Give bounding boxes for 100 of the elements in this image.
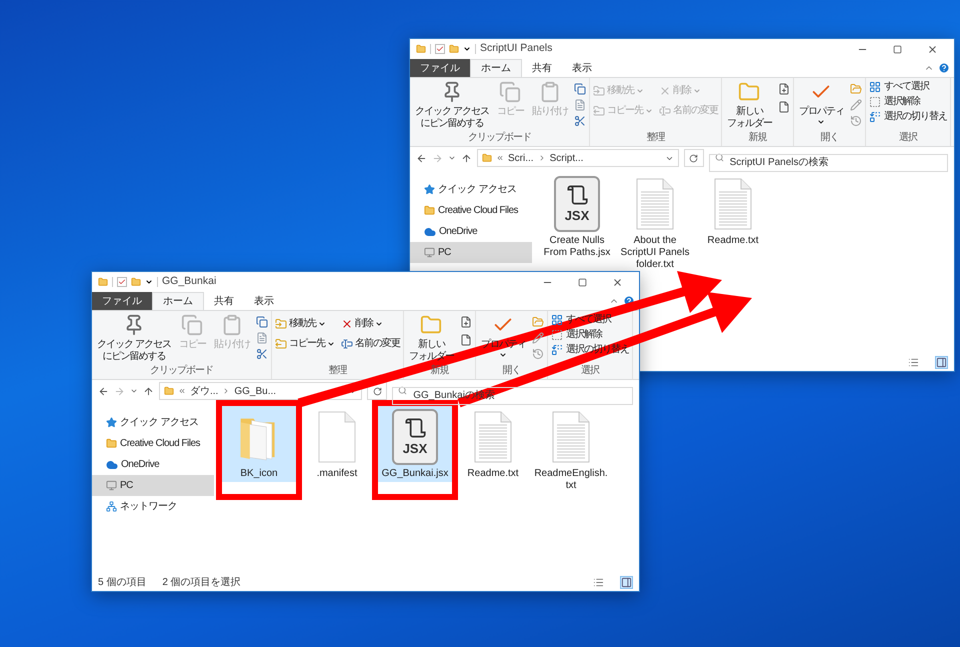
status-text: 5 個の項目: [98, 576, 146, 590]
checkbox-icon[interactable]: [435, 44, 445, 54]
details-view-icon[interactable]: [593, 576, 604, 588]
large-icons-view-icon[interactable]: [935, 356, 948, 368]
ribbon-tab[interactable]: ホーム: [152, 292, 204, 310]
sidebar-item[interactable]: OneDrive: [410, 221, 532, 242]
sidebar-item[interactable]: クイック アクセス: [410, 179, 532, 200]
refresh-icon[interactable]: [372, 386, 382, 396]
up-icon[interactable]: [461, 152, 472, 164]
sidebar-item[interactable]: PC: [92, 475, 214, 496]
folder-copy-icon: [592, 105, 605, 117]
group-label: 整理: [645, 132, 666, 144]
file-name: Readme.txt: [706, 235, 760, 247]
folder-icon: [420, 314, 442, 336]
delete-icon: [340, 318, 353, 330]
text-file-icon: [473, 411, 513, 463]
ribbon-button[interactable]: 名前の変更: [340, 338, 400, 350]
folder-icon: [424, 205, 435, 216]
ribbon-button[interactable]: 選択解除: [550, 329, 629, 341]
edit-icon[interactable]: [532, 332, 544, 344]
star-icon: [106, 417, 117, 428]
sidebar-item[interactable]: ネットワーク: [92, 496, 214, 517]
file-name: About the ScriptUI Panels folder.txt: [620, 235, 690, 271]
details-view-icon[interactable]: [908, 356, 919, 368]
ribbon-button[interactable]: 削除: [340, 318, 400, 330]
group-label: 開く: [501, 365, 522, 377]
maximize-icon[interactable]: [578, 278, 587, 286]
swap-icon: [868, 111, 881, 123]
sidebar-item[interactable]: PC: [410, 242, 532, 263]
address-field[interactable]: Scri... Script...: [477, 149, 679, 167]
file-item[interactable]: Readme.txt: [696, 173, 770, 249]
grid-icon: [550, 314, 563, 326]
cut-icon[interactable]: [256, 348, 268, 360]
file-item[interactable]: About the ScriptUI Panels folder.txt: [618, 173, 692, 273]
new-item-icon[interactable]: [460, 316, 472, 328]
search-icon: [714, 153, 724, 162]
close-icon[interactable]: [612, 276, 623, 288]
breadcrumb[interactable]: Script...: [550, 150, 584, 166]
network-icon: [106, 501, 117, 512]
ribbon-button[interactable]: 移動先: [274, 318, 335, 330]
ribbon-button[interactable]: 選択の切り替え: [868, 111, 947, 123]
close-icon[interactable]: [927, 44, 938, 54]
copy-icon: [499, 81, 522, 103]
computer-icon: [424, 247, 435, 258]
maximize-icon[interactable]: [893, 44, 902, 54]
ribbon-tab[interactable]: ファイル: [410, 59, 470, 77]
file-item[interactable]: .manifest: [300, 406, 374, 482]
checkbox-icon[interactable]: [117, 277, 127, 287]
file-item[interactable]: JSX GG_Bunkai.jsx: [378, 406, 452, 482]
sidebar-item[interactable]: OneDrive: [92, 454, 214, 475]
up-icon[interactable]: [143, 386, 154, 396]
breadcrumb[interactable]: Scri...: [508, 150, 534, 166]
ribbon-tab[interactable]: ファイル: [92, 292, 152, 310]
overflow-icon: [496, 154, 504, 162]
ribbon-button[interactable]: すべて選択: [868, 81, 947, 93]
refresh-icon[interactable]: [689, 154, 698, 162]
ribbon-button[interactable]: 選択解除: [868, 96, 947, 108]
search-icon: [398, 386, 408, 395]
large-icons-view-icon[interactable]: [620, 576, 633, 588]
file-name: Readme.txt: [466, 468, 520, 480]
ribbon-tab[interactable]: ホーム: [470, 59, 522, 77]
file-type-label: JSX: [402, 441, 428, 457]
ribbon-button[interactable]: プロパティ: [796, 81, 846, 126]
new-item-icon[interactable]: [778, 83, 790, 95]
file-item[interactable]: JSX Create Nulls From Paths.jsx: [540, 173, 614, 261]
ribbon-button[interactable]: 新しい フォルダー: [724, 81, 774, 130]
file-item[interactable]: BK_icon: [222, 406, 296, 482]
ribbon-button[interactable]: クイック アクセス にピン留めする: [95, 314, 173, 363]
group-label: 選択: [898, 132, 918, 144]
file-item[interactable]: ReadmeEnglish.txt: [534, 406, 608, 494]
file-item[interactable]: Readme.txt: [456, 406, 530, 482]
folder-icon: [738, 81, 760, 103]
file-name: GG_Bunkai.jsx: [380, 468, 450, 480]
cut-icon[interactable]: [574, 115, 586, 127]
breadcrumb[interactable]: ダウ...: [190, 384, 218, 398]
file-type-label: JSX: [564, 208, 590, 224]
ribbon-tab[interactable]: 表示: [244, 292, 284, 310]
text-file-icon: [635, 178, 675, 230]
address-field[interactable]: ダウ... GG_Bu...: [159, 382, 362, 400]
ribbon-tab[interactable]: 共有: [204, 292, 244, 310]
back-icon[interactable]: [416, 152, 427, 164]
status-text: 2 個の項目を選択: [162, 576, 241, 590]
caret-icon[interactable]: [145, 278, 153, 286]
caret-icon[interactable]: [463, 45, 471, 53]
ribbon-tab[interactable]: 表示: [562, 59, 602, 77]
sidebar-item[interactable]: Creative Cloud Files: [92, 433, 214, 454]
folder-icon: [164, 386, 174, 396]
breadcrumb[interactable]: GG_Bu...: [234, 384, 276, 398]
swap-icon: [550, 344, 563, 356]
back-icon[interactable]: [98, 386, 109, 396]
ribbon-button[interactable]: クイック アクセス にピン留めする: [413, 81, 491, 130]
sidebar-item[interactable]: Creative Cloud Files: [410, 200, 532, 221]
file-name: BK_icon: [239, 468, 279, 480]
help-icon[interactable]: [938, 62, 950, 74]
ribbon-tab[interactable]: 共有: [522, 59, 562, 77]
ribbon-button[interactable]: コピー先: [274, 338, 335, 350]
group-label: 新規: [747, 132, 768, 144]
sidebar-item[interactable]: クイック アクセス: [92, 412, 214, 433]
search-field[interactable]: ScriptUI Panelsの検索: [708, 154, 948, 172]
folder-icon: [106, 438, 117, 449]
